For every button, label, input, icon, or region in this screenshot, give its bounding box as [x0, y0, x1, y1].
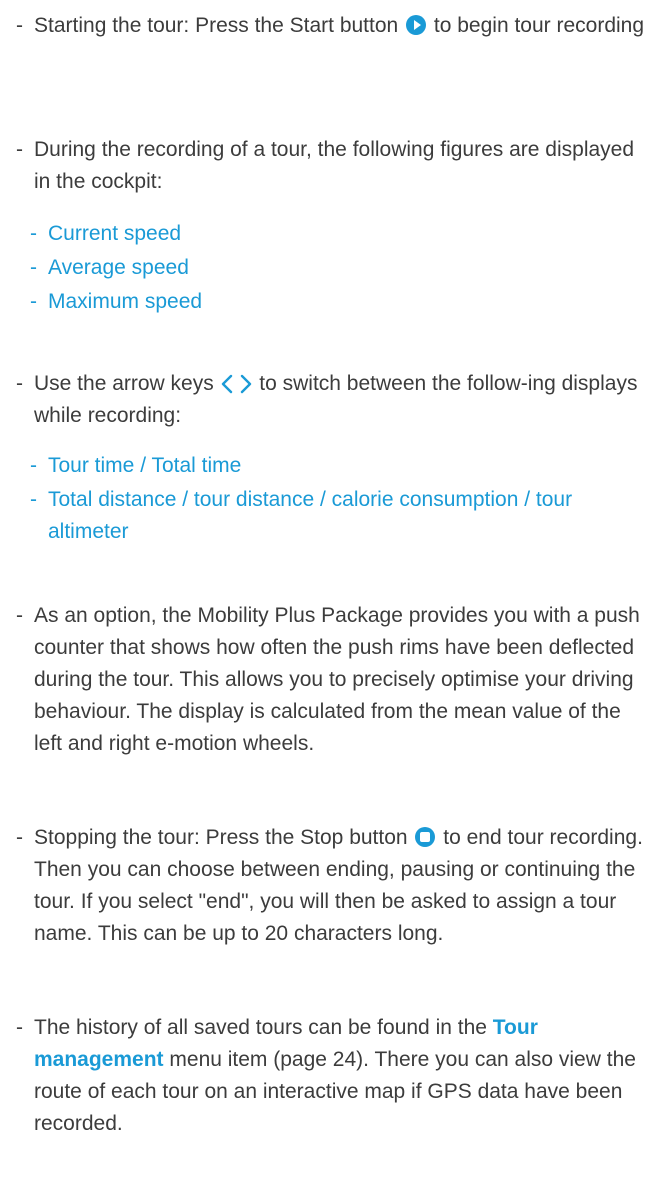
- bullet-tour-history: - The history of all saved tours can be …: [16, 1012, 646, 1140]
- bullet-arrow-keys: - Use the arrow keys to switch between t…: [16, 368, 646, 432]
- manual-page: - Starting the tour: Press the Start but…: [0, 0, 654, 1178]
- bullet-dash: -: [16, 826, 23, 849]
- bullet-dash: -: [16, 14, 23, 37]
- display-label: Total distance / tour distance / calorie…: [48, 488, 573, 543]
- sub-dash: -: [30, 290, 37, 313]
- chevron-right-icon: [239, 374, 253, 394]
- bullet-dash: -: [16, 138, 23, 161]
- figure-item-current-speed: - Current speed: [30, 218, 640, 250]
- bullet-dash: -: [16, 604, 23, 627]
- bullet-dash: -: [16, 372, 23, 395]
- figure-item-average-speed: - Average speed: [30, 252, 640, 284]
- sub-dash: -: [30, 488, 37, 511]
- arrows-text-pre: Use the arrow keys: [34, 372, 214, 395]
- bullet-start-tour: - Starting the tour: Press the Start but…: [16, 10, 646, 42]
- play-icon: [406, 15, 427, 35]
- history-text-pre: The history of all saved tours can be fo…: [34, 1016, 487, 1039]
- bullet-text: The history of all saved tours can be fo…: [34, 1012, 646, 1140]
- during-text: During the recording of a tour, the foll…: [34, 138, 635, 193]
- display-label: Tour time / Total time: [48, 454, 242, 477]
- bullet-stop-tour: - Stopping the tour: Press the Stop butt…: [16, 822, 646, 950]
- bullet-text: Use the arrow keys to switch between the…: [34, 368, 646, 432]
- figure-item-maximum-speed: - Maximum speed: [30, 286, 640, 318]
- bullet-text: Stopping the tour: Press the Stop button…: [34, 822, 646, 950]
- display-item-distance: - Total distance / tour distance / calor…: [30, 484, 640, 548]
- stop-text-pre: Stopping the tour: Press the Stop button: [34, 826, 408, 849]
- figure-label: Average speed: [48, 256, 189, 279]
- sub-dash: -: [30, 454, 37, 477]
- start-text-post: to begin tour recording: [433, 14, 645, 37]
- display-item-tour-time: - Tour time / Total time: [30, 450, 640, 482]
- push-counter-text: As an option, the Mobility Plus Package …: [34, 604, 640, 755]
- sub-dash: -: [30, 256, 37, 279]
- chevron-left-icon: [220, 374, 234, 394]
- sub-dash: -: [30, 222, 37, 245]
- figure-label: Maximum speed: [48, 290, 203, 313]
- start-text-pre: Starting the tour: Press the Start butto…: [34, 14, 399, 37]
- bullet-text: Starting the tour: Press the Start butto…: [34, 10, 646, 42]
- bullet-during-recording: - During the recording of a tour, the fo…: [16, 134, 646, 198]
- bullet-dash: -: [16, 1016, 23, 1039]
- stop-icon: [415, 827, 436, 847]
- bullet-push-counter: - As an option, the Mobility Plus Packag…: [16, 600, 646, 760]
- figure-label: Current speed: [48, 222, 182, 245]
